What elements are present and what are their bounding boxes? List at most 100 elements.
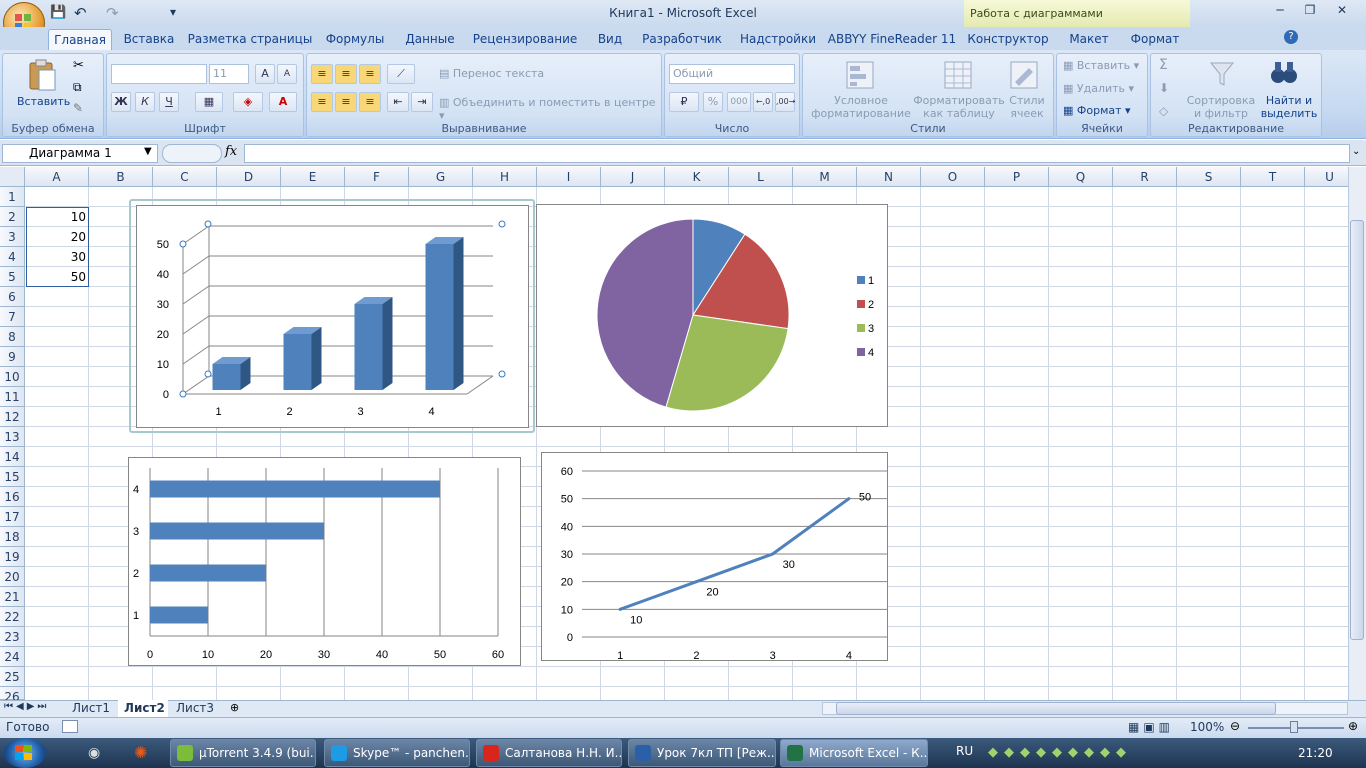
- paste-button[interactable]: Вставить: [17, 95, 70, 108]
- tab-5[interactable]: Рецензирование: [468, 29, 582, 50]
- tab-7[interactable]: Разработчик: [638, 29, 726, 50]
- format-as-table-button[interactable]: Форматировать как таблицу: [913, 94, 1005, 120]
- column-header-O[interactable]: O: [921, 167, 985, 187]
- column-header-P[interactable]: P: [985, 167, 1049, 187]
- row-header-24[interactable]: 24: [0, 647, 25, 667]
- view-buttons[interactable]: ▦▣▥: [1128, 720, 1174, 734]
- fill-icon[interactable]: ⬇: [1159, 81, 1169, 95]
- percent-button[interactable]: %: [703, 92, 723, 112]
- minimize-button[interactable]: ─: [1268, 3, 1292, 21]
- column-header-C[interactable]: C: [153, 167, 217, 187]
- select-all-button[interactable]: [0, 167, 25, 187]
- row-header-4[interactable]: 4: [0, 247, 25, 267]
- row-header-26[interactable]: 26: [0, 687, 25, 704]
- column-header-H[interactable]: H: [473, 167, 537, 187]
- row-header-10[interactable]: 10: [0, 367, 25, 387]
- row-header-20[interactable]: 20: [0, 567, 25, 587]
- increase-indent-icon[interactable]: ⇥: [411, 92, 433, 112]
- row-header-23[interactable]: 23: [0, 627, 25, 647]
- row-header-2[interactable]: 2: [0, 207, 25, 227]
- grow-font-icon[interactable]: A: [255, 64, 275, 84]
- autosum-button[interactable]: Σ: [1159, 57, 1168, 73]
- tab-4[interactable]: Данные: [394, 29, 466, 50]
- taskbar-item-4[interactable]: Урок 7кл ТП [Реж...: [628, 739, 776, 767]
- redo-icon[interactable]: ↷: [106, 4, 119, 22]
- save-icon[interactable]: 💾: [50, 5, 66, 20]
- tab-1[interactable]: Вставка: [116, 29, 182, 50]
- shrink-font-icon[interactable]: A: [277, 64, 297, 84]
- find-select-button[interactable]: Найти и выделить: [1257, 94, 1321, 120]
- thousands-button[interactable]: 000: [727, 92, 751, 112]
- zoom-slider-thumb[interactable]: [1290, 721, 1298, 733]
- help-icon[interactable]: ?: [1284, 30, 1298, 44]
- insert-function-button[interactable]: fx: [225, 144, 237, 159]
- name-box-dropdown-icon[interactable]: ▼: [144, 146, 152, 157]
- chart-horizontal-bar[interactable]: 0 10 20 30 40 50 60 1 2 3 4: [128, 457, 521, 666]
- sheet-nav-icons[interactable]: ⏮◀▶⏭: [4, 701, 49, 712]
- formula-input[interactable]: [244, 144, 1350, 163]
- row-header-7[interactable]: 7: [0, 307, 25, 327]
- insert-cells-button[interactable]: ▦ Вставить ▾: [1063, 59, 1139, 72]
- conditional-formatting-button[interactable]: Условное форматирование: [807, 94, 915, 120]
- cell-styles-button[interactable]: Стили ячеек: [1005, 94, 1049, 120]
- row-header-17[interactable]: 17: [0, 507, 25, 527]
- expand-formula-bar-icon[interactable]: ⌄: [1352, 146, 1360, 157]
- row-header-12[interactable]: 12: [0, 407, 25, 427]
- chart-pie[interactable]: 1 2 3 4: [536, 204, 888, 427]
- column-header-G[interactable]: G: [409, 167, 473, 187]
- zoom-level[interactable]: 100%: [1190, 720, 1224, 734]
- align-middle-icon[interactable]: ≡: [335, 64, 357, 84]
- column-header-M[interactable]: M: [793, 167, 857, 187]
- chart-line[interactable]: 0 10 20 30 40 50 60 10 1 20 2 30 3 50 4: [541, 452, 888, 662]
- tab-9[interactable]: ABBYY FineReader 11: [826, 29, 958, 50]
- customize-qat-icon[interactable]: ▾: [170, 5, 176, 19]
- row-header-9[interactable]: 9: [0, 347, 25, 367]
- row-header-13[interactable]: 13: [0, 427, 25, 447]
- font-size-box[interactable]: 11: [209, 64, 249, 84]
- align-left-icon[interactable]: ≡: [311, 92, 333, 112]
- copy-icon[interactable]: ⧉: [73, 80, 82, 95]
- tab-12[interactable]: Формат: [1124, 29, 1186, 50]
- sheet-tab-2[interactable]: Лист2: [118, 700, 168, 717]
- orientation-icon[interactable]: ⟋: [387, 64, 415, 84]
- zoom-out-icon[interactable]: ⊖: [1230, 719, 1240, 733]
- align-top-icon[interactable]: ≡: [311, 64, 333, 84]
- insert-sheet-icon[interactable]: ⊕: [230, 701, 239, 714]
- column-header-L[interactable]: L: [729, 167, 793, 187]
- column-header-Q[interactable]: Q: [1049, 167, 1113, 187]
- format-cells-button[interactable]: ▦ Формат ▾: [1063, 104, 1131, 117]
- undo-icon[interactable]: ↶: [74, 4, 87, 22]
- column-header-N[interactable]: N: [857, 167, 921, 187]
- language-indicator[interactable]: RU: [956, 744, 973, 758]
- tray-icons[interactable]: ◆◆◆◆◆◆◆◆◆: [988, 745, 1258, 761]
- underline-button[interactable]: Ч: [159, 92, 179, 112]
- wrap-text-button[interactable]: ▤ Перенос текста: [439, 67, 544, 80]
- close-button[interactable]: ✕: [1330, 3, 1354, 21]
- row-header-6[interactable]: 6: [0, 287, 25, 307]
- taskbar-item-5[interactable]: Microsoft Excel - К...: [780, 739, 928, 767]
- taskbar-item-3[interactable]: Салтанова Н.Н. И...: [476, 739, 622, 767]
- row-header-21[interactable]: 21: [0, 587, 25, 607]
- column-header-I[interactable]: I: [537, 167, 601, 187]
- cut-icon[interactable]: ✂: [73, 58, 84, 73]
- decrease-decimal-icon[interactable]: ,00→: [775, 92, 795, 112]
- increase-decimal-icon[interactable]: ←,0: [753, 92, 773, 112]
- font-name-box[interactable]: [111, 64, 207, 84]
- column-header-D[interactable]: D: [217, 167, 281, 187]
- sort-filter-button[interactable]: Сортировка и фильтр: [1185, 94, 1257, 120]
- maximize-button[interactable]: ❐: [1298, 3, 1322, 21]
- font-color-icon[interactable]: A: [269, 92, 297, 112]
- align-right-icon[interactable]: ≡: [359, 92, 381, 112]
- zoom-in-icon[interactable]: ⊕: [1348, 719, 1358, 733]
- merge-center-button[interactable]: ▥ Объединить и поместить в центре ▾: [439, 96, 661, 122]
- column-header-B[interactable]: B: [89, 167, 153, 187]
- italic-button[interactable]: К: [135, 92, 155, 112]
- name-box[interactable]: Диаграмма 1: [2, 144, 158, 163]
- row-header-15[interactable]: 15: [0, 467, 25, 487]
- fill-color-icon[interactable]: ◈: [233, 92, 263, 112]
- row-header-22[interactable]: 22: [0, 607, 25, 627]
- row-header-25[interactable]: 25: [0, 667, 25, 687]
- tab-6[interactable]: Вид: [584, 29, 636, 50]
- row-header-1[interactable]: 1: [0, 187, 25, 207]
- format-painter-icon[interactable]: ✎: [73, 101, 83, 115]
